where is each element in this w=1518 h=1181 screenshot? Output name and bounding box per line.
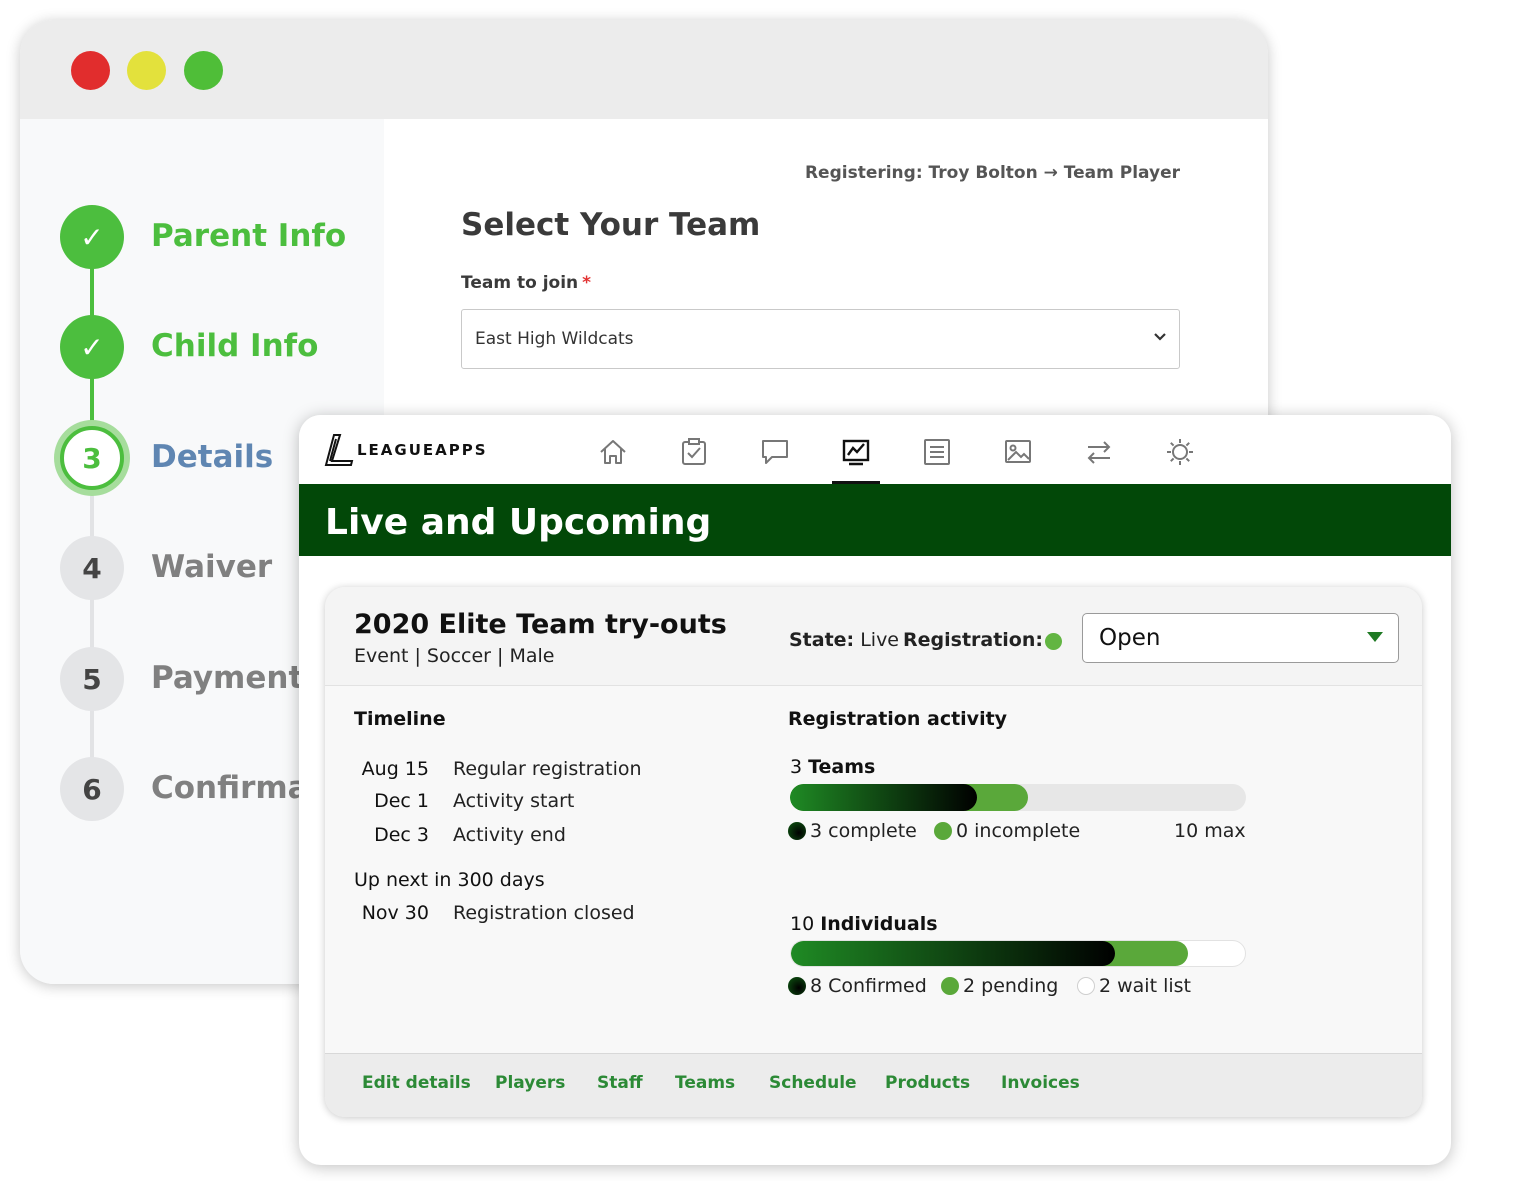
individuals-confirmed-legend: 8 Confirmed bbox=[788, 975, 927, 997]
event-card-header: 2020 Elite Team try-outs Event | Soccer … bbox=[325, 587, 1422, 686]
up-next-label: Up next in 300 days bbox=[354, 869, 545, 891]
close-window-button[interactable] bbox=[71, 51, 110, 90]
registration-status-select[interactable]: Open bbox=[1082, 613, 1399, 663]
team-select-value: East High Wildcats bbox=[475, 329, 634, 349]
invoices-link[interactable]: Invoices bbox=[1001, 1073, 1080, 1093]
staff-link[interactable]: Staff bbox=[597, 1073, 643, 1093]
individuals-waitlist-legend: 2 wait list bbox=[1077, 975, 1191, 997]
step-4-number: 4 bbox=[60, 536, 124, 600]
individuals-confirmed-segment bbox=[791, 941, 1115, 966]
teams-incomplete-text: 0 incomplete bbox=[956, 820, 1081, 842]
chevron-down-icon bbox=[1154, 333, 1166, 341]
step-label-child-info[interactable]: Child Info bbox=[151, 328, 318, 364]
step-6-number: 6 bbox=[60, 757, 124, 821]
timeline-date: Dec 3 bbox=[374, 824, 429, 846]
required-marker: * bbox=[582, 273, 592, 293]
timeline-date: Dec 1 bbox=[374, 790, 429, 812]
timeline-event: Activity start bbox=[453, 790, 575, 812]
step-label-details: Details bbox=[151, 439, 274, 475]
individuals-confirmed-text: 8 Confirmed bbox=[810, 975, 927, 997]
individuals-waitlist-text: 2 wait list bbox=[1099, 975, 1191, 997]
registration-status-dot bbox=[1045, 633, 1062, 650]
step-label-parent-info[interactable]: Parent Info bbox=[151, 218, 346, 254]
image-icon[interactable] bbox=[1003, 437, 1033, 467]
event-state: State: Live bbox=[789, 629, 899, 651]
teams-complete-text: 3 complete bbox=[810, 820, 917, 842]
clipboard-check-icon[interactable] bbox=[679, 437, 709, 467]
page-title: Live and Upcoming bbox=[325, 502, 712, 543]
complete-dot-icon bbox=[788, 822, 806, 840]
teams-count: 3 Teams bbox=[790, 756, 875, 778]
waitlist-dot-icon bbox=[1077, 977, 1095, 995]
settings-icon[interactable] bbox=[1165, 437, 1195, 467]
leagueapps-dashboard: LEAGUEAPPS Live and Upcoming 2020 Elite … bbox=[299, 415, 1451, 1165]
step-label-waiver: Waiver bbox=[151, 549, 273, 585]
individuals-pending-text: 2 pending bbox=[963, 975, 1059, 997]
individuals-count: 10 Individuals bbox=[790, 913, 938, 935]
chart-icon[interactable] bbox=[841, 437, 871, 467]
state-label: State: bbox=[789, 629, 855, 651]
step-label-payment: Payment bbox=[151, 660, 304, 696]
individuals-count-label: Individuals bbox=[820, 913, 938, 935]
edit-details-link[interactable]: Edit details bbox=[362, 1073, 471, 1093]
individuals-progress-bar bbox=[790, 940, 1246, 967]
teams-complete-segment bbox=[790, 784, 978, 811]
schedule-link[interactable]: Schedule bbox=[769, 1073, 857, 1093]
transfer-icon[interactable] bbox=[1084, 437, 1114, 467]
state-value: Live bbox=[860, 629, 900, 651]
teams-count-label: Teams bbox=[808, 756, 876, 778]
teams-incomplete-legend: 0 incomplete bbox=[934, 820, 1080, 842]
event-actions-bar: Edit details Players Staff Teams Schedul… bbox=[325, 1053, 1422, 1117]
logo-text: LEAGUEAPPS bbox=[357, 441, 488, 459]
team-select[interactable]: East High Wildcats bbox=[461, 309, 1180, 369]
confirmed-dot-icon bbox=[788, 977, 806, 995]
registering-breadcrumb: Registering: Troy Bolton → Team Player bbox=[804, 163, 1180, 183]
teams-count-number: 3 bbox=[790, 756, 803, 778]
step-2-check-icon: ✓ bbox=[60, 315, 124, 379]
list-icon[interactable] bbox=[922, 437, 952, 467]
leagueapps-logo-icon bbox=[324, 434, 354, 466]
pending-dot-icon bbox=[941, 977, 959, 995]
step-label-confirmation: Confirmat bbox=[151, 770, 324, 806]
event-title[interactable]: 2020 Elite Team try-outs bbox=[354, 609, 727, 640]
step-3-number: 3 bbox=[60, 426, 124, 490]
step-1-check-icon: ✓ bbox=[60, 205, 124, 269]
maximize-window-button[interactable] bbox=[184, 51, 223, 90]
team-label-text: Team to join bbox=[461, 273, 579, 293]
individuals-pending-legend: 2 pending bbox=[941, 975, 1058, 997]
step-5-number: 5 bbox=[60, 647, 124, 711]
teams-max-legend: 10 max bbox=[1174, 820, 1246, 842]
chat-icon[interactable] bbox=[760, 437, 790, 467]
team-field-label: Team to join * bbox=[461, 273, 591, 293]
event-subtitle: Event | Soccer | Male bbox=[354, 645, 555, 667]
timeline-event: Activity end bbox=[453, 824, 566, 846]
timeline-event: Registration closed bbox=[453, 902, 635, 924]
timeline-event: Regular registration bbox=[453, 758, 642, 780]
event-card: 2020 Elite Team try-outs Event | Soccer … bbox=[325, 587, 1422, 1117]
top-nav: LEAGUEAPPS bbox=[299, 415, 1451, 484]
home-icon[interactable] bbox=[598, 437, 628, 467]
page-banner: Live and Upcoming bbox=[299, 484, 1451, 556]
registration-activity-title: Registration activity bbox=[788, 708, 1008, 730]
teams-link[interactable]: Teams bbox=[675, 1073, 735, 1093]
window-titlebar bbox=[20, 20, 1268, 119]
timeline-title: Timeline bbox=[354, 708, 446, 730]
teams-max-text: 10 max bbox=[1174, 820, 1246, 842]
products-link[interactable]: Products bbox=[885, 1073, 970, 1093]
timeline-date: Nov 30 bbox=[361, 902, 429, 924]
individuals-count-number: 10 bbox=[790, 913, 815, 935]
teams-progress-bar bbox=[790, 784, 1246, 811]
leagueapps-logo[interactable]: LEAGUEAPPS bbox=[324, 433, 488, 467]
teams-complete-legend: 3 complete bbox=[788, 820, 917, 842]
registration-label: Registration: bbox=[903, 629, 1043, 651]
caret-down-icon bbox=[1367, 632, 1383, 642]
minimize-window-button[interactable] bbox=[127, 51, 166, 90]
incomplete-dot-icon bbox=[934, 822, 952, 840]
timeline-date: Aug 15 bbox=[361, 758, 429, 780]
form-title: Select Your Team bbox=[461, 207, 761, 243]
players-link[interactable]: Players bbox=[495, 1073, 565, 1093]
registration-status-value: Open bbox=[1099, 625, 1161, 651]
